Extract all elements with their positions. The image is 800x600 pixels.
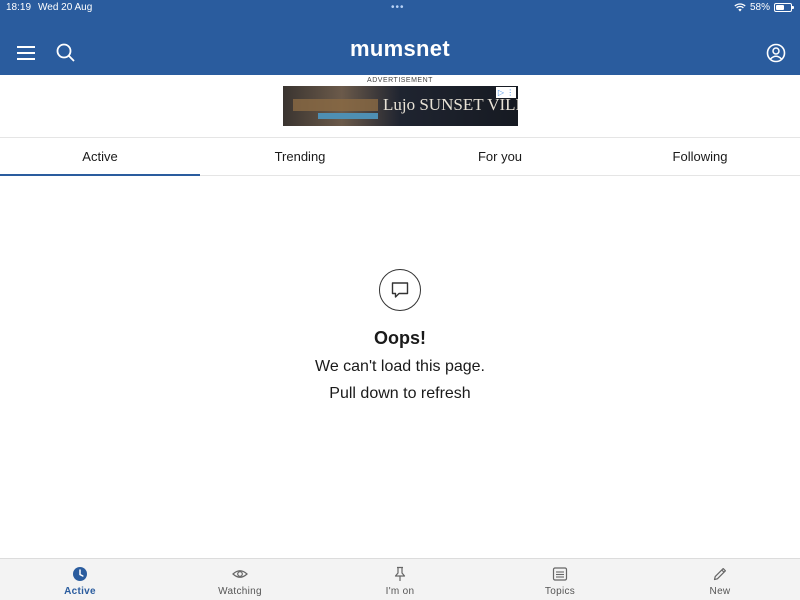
nav-label-topics: Topics (544, 586, 576, 597)
nav-label-new: New (709, 586, 731, 597)
speech-bubble-icon (391, 282, 409, 298)
error-hint: Pull down to refresh (329, 385, 471, 402)
advertisement-label: ADVERTISEMENT (367, 77, 433, 84)
wifi-icon (734, 3, 746, 12)
bottom-nav: Active Watching I'm on Topics New (0, 558, 800, 600)
battery-fill (776, 5, 784, 10)
error-icon-circle (379, 269, 421, 311)
nav-label-watching: Watching (218, 586, 262, 597)
ad-choices-icon[interactable]: ▷ ⋮ (496, 87, 516, 98)
pencil-icon (713, 568, 726, 581)
tab-for-you[interactable]: For you (400, 138, 600, 175)
top-bar: 18:19 Wed 20 Aug ••• 58% mumsnet (0, 0, 800, 75)
multitask-dots-icon[interactable]: ••• (391, 2, 405, 13)
ad-pool-image (318, 113, 378, 119)
feed-tabs: Active Trending For you Following (0, 137, 800, 176)
ad-banner-text: Lujo SUNSET VILLAS (383, 95, 518, 114)
error-state: Oops! We can't load this page. Pull down… (0, 269, 800, 403)
status-right: 58% (734, 2, 794, 13)
error-message: We can't load this page. (315, 358, 485, 375)
tab-active[interactable]: Active (0, 138, 200, 176)
nav-item-im-on[interactable]: I'm on (320, 559, 480, 600)
tab-trending[interactable]: Trending (200, 138, 400, 175)
advertisement-banner[interactable]: Lujo SUNSET VILLAS ▷ ⋮ (283, 86, 518, 126)
ad-villa-image (293, 99, 378, 111)
nav-item-topics[interactable]: Topics (480, 559, 640, 600)
profile-icon[interactable] (765, 42, 787, 64)
status-date: Wed 20 Aug (38, 2, 93, 13)
nav-label-im-on: I'm on (385, 586, 415, 597)
nav-item-new[interactable]: New (640, 559, 800, 600)
status-time: 18:19 (6, 2, 32, 13)
status-bar: 18:19 Wed 20 Aug ••• 58% (0, 0, 800, 16)
clock-icon (73, 567, 87, 581)
topics-icon (552, 567, 568, 581)
nav-item-active[interactable]: Active (0, 559, 160, 600)
battery-percent: 58% (749, 2, 770, 13)
nav-item-watching[interactable]: Watching (160, 559, 320, 600)
battery-icon (774, 3, 794, 12)
eye-icon (232, 570, 248, 578)
error-title: Oops! (374, 328, 426, 348)
pin-icon (394, 566, 406, 581)
nav-label-active: Active (64, 586, 96, 597)
tab-following[interactable]: Following (600, 138, 800, 175)
brand-logo[interactable]: mumsnet (0, 36, 800, 62)
